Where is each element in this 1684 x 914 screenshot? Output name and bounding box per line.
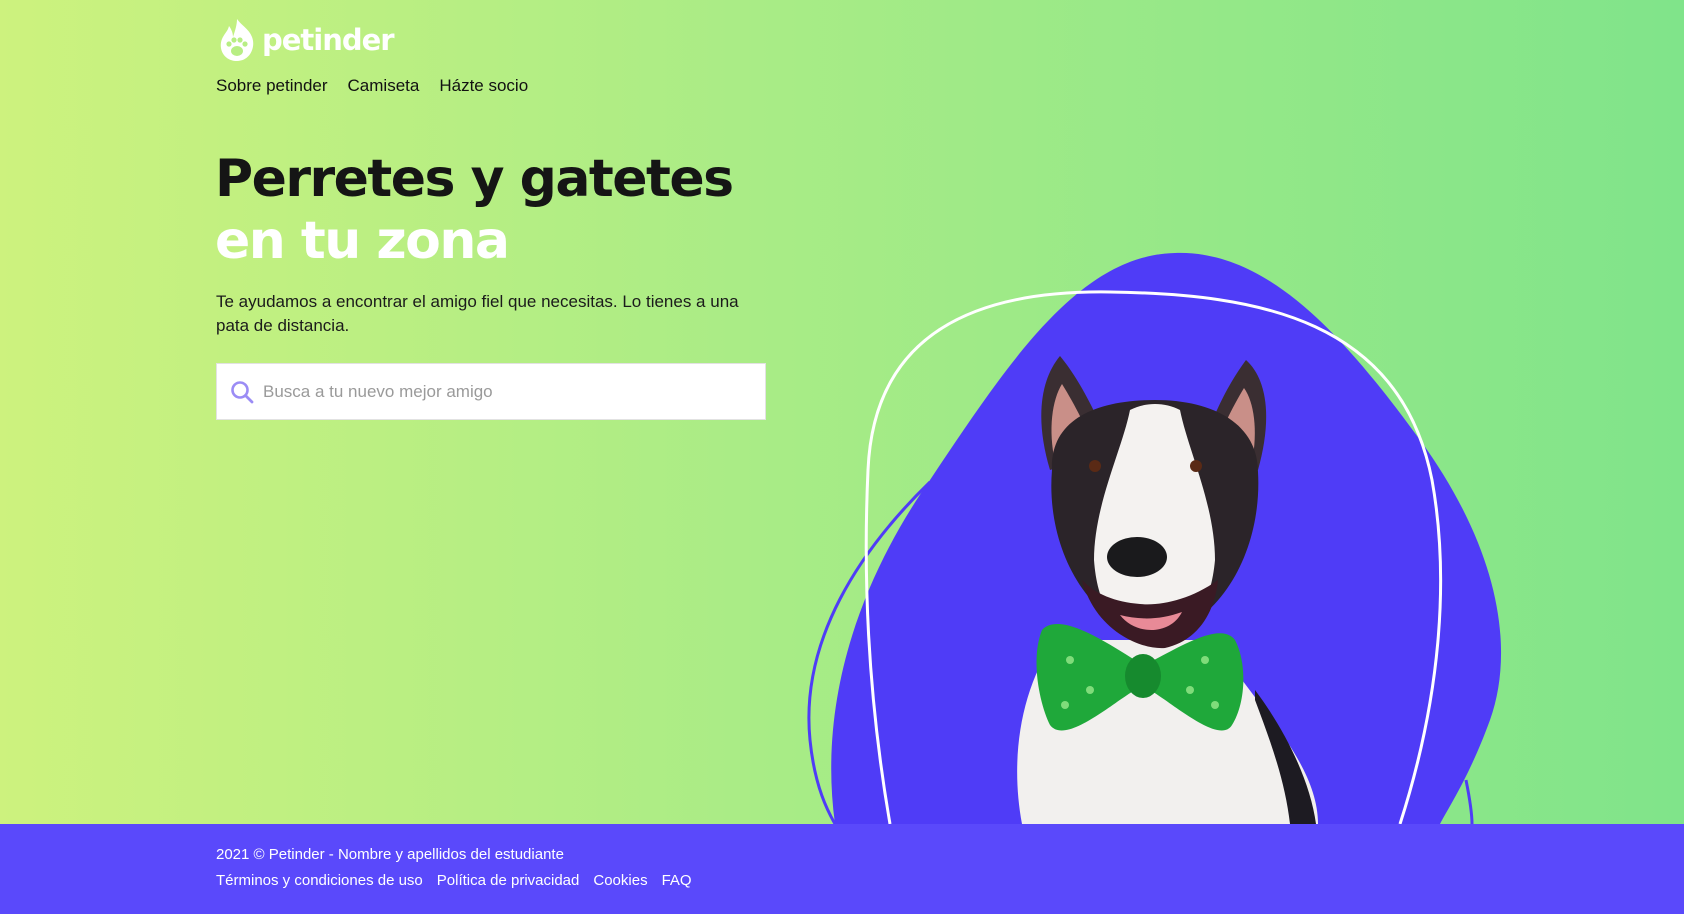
footer-link-faq[interactable]: FAQ [662, 872, 692, 889]
hero-illustration [807, 252, 1502, 824]
footer-links: Términos y condiciones de uso Política d… [216, 872, 692, 889]
hero-section: petinder Sobre petinder Camiseta Házte s… [0, 0, 1684, 824]
footer-link-terminos[interactable]: Términos y condiciones de uso [216, 872, 423, 889]
footer-link-privacidad[interactable]: Política de privacidad [437, 872, 580, 889]
footer-link-cookies[interactable]: Cookies [593, 872, 647, 889]
site-footer: 2021 © Petinder - Nombre y apellidos del… [0, 824, 1684, 914]
copyright-text: 2021 © Petinder - Nombre y apellidos del… [216, 846, 564, 863]
